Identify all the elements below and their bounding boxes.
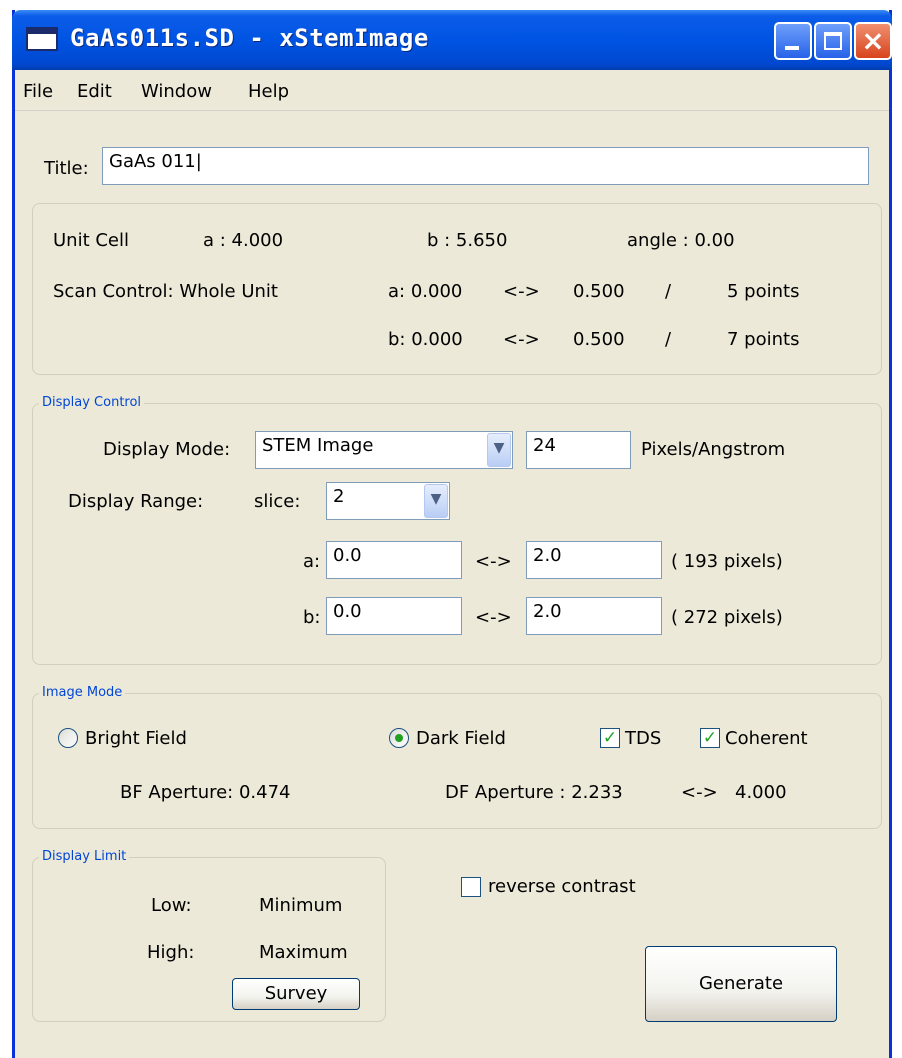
display-mode-label: Display Mode: (103, 439, 231, 460)
unit-cell-angle: angle : 0.00 (627, 230, 735, 251)
window-title: GaAs011s.SD - xStemImage (70, 24, 429, 52)
scan-a-from: a: 0.000 (388, 281, 463, 302)
image-mode-legend: Image Mode (39, 685, 126, 700)
scan-a-arrow: <-> (503, 281, 540, 302)
range-a-from-input[interactable]: 0.0 (326, 541, 462, 579)
unit-cell-a: a : 4.000 (203, 230, 284, 251)
close-icon: × (861, 24, 885, 57)
scan-a-sep: / (665, 281, 672, 302)
range-b-arrow: <-> (475, 607, 512, 628)
minimize-icon (785, 46, 799, 50)
display-mode-select[interactable]: STEM Image ▼ (255, 431, 513, 469)
reverse-contrast-checkbox[interactable] (461, 877, 481, 897)
scan-b-points: 7 points (727, 329, 800, 350)
tds-label[interactable]: TDS (625, 728, 661, 749)
scan-control-label: Scan Control: Whole Unit (53, 281, 278, 302)
bf-aperture: BF Aperture: 0.474 (120, 782, 291, 803)
bright-field-label[interactable]: Bright Field (85, 728, 187, 749)
checkmark-icon: ✓ (702, 728, 718, 748)
range-b-pixels: ( 272 pixels) (671, 607, 783, 628)
minimize-button[interactable] (774, 22, 812, 60)
low-value: Minimum (259, 895, 343, 916)
tds-checkbox[interactable]: ✓ (600, 728, 620, 748)
scan-a-to: 0.500 (573, 281, 625, 302)
unit-cell-b: b : 5.650 (427, 230, 508, 251)
maximize-button[interactable] (814, 22, 852, 60)
scan-b-to: 0.500 (573, 329, 625, 350)
scan-b-arrow: <-> (503, 329, 540, 350)
bright-field-radio[interactable] (58, 728, 78, 748)
image-mode-group: Image Mode (32, 685, 882, 829)
high-label: High: (147, 942, 195, 963)
range-b-to-input[interactable]: 2.0 (526, 597, 662, 635)
display-control-legend: Display Control (39, 395, 145, 410)
slice-select[interactable]: 2 ▼ (326, 482, 450, 520)
coherent-label[interactable]: Coherent (725, 728, 808, 749)
high-value: Maximum (259, 942, 348, 963)
chevron-down-icon[interactable]: ▼ (424, 484, 448, 518)
checkmark-icon: ✓ (602, 728, 618, 748)
scan-a-points: 5 points (727, 281, 800, 302)
range-a-to-input[interactable]: 2.0 (526, 541, 662, 579)
dark-field-radio[interactable] (389, 728, 409, 748)
unit-cell-label: Unit Cell (53, 230, 130, 251)
scan-b-sep: / (665, 329, 672, 350)
display-limit-legend: Display Limit (39, 849, 130, 864)
range-b-label: b: (303, 607, 321, 628)
title-input[interactable]: GaAs 011| (102, 147, 869, 185)
range-a-pixels: ( 193 pixels) (671, 551, 783, 572)
dark-field-label[interactable]: Dark Field (416, 728, 506, 749)
range-a-arrow: <-> (475, 551, 512, 572)
df-max: 4.000 (735, 782, 787, 803)
title-bar[interactable]: GaAs011s.SD - xStemImage × (12, 10, 892, 70)
maximize-icon (824, 32, 842, 50)
low-label: Low: (151, 895, 192, 916)
df-arrow: <-> (681, 782, 718, 803)
slice-label: slice: (254, 491, 301, 512)
app-window: GaAs011s.SD - xStemImage × File Edit Win… (12, 10, 892, 1058)
reverse-contrast-label[interactable]: reverse contrast (488, 876, 636, 897)
close-button[interactable]: × (854, 22, 892, 60)
title-label: Title: (44, 158, 89, 179)
menu-window[interactable]: Window (141, 81, 212, 102)
generate-button[interactable]: Generate (645, 946, 837, 1022)
pixels-unit-label: Pixels/Angstrom (641, 439, 786, 460)
range-b-from-input[interactable]: 0.0 (326, 597, 462, 635)
coherent-checkbox[interactable]: ✓ (700, 728, 720, 748)
radio-selected-dot (395, 734, 403, 742)
pixels-per-angstrom-input[interactable]: 24 (526, 431, 631, 469)
chevron-down-icon[interactable]: ▼ (487, 433, 511, 467)
slice-value: 2 (333, 486, 345, 507)
range-a-label: a: (303, 551, 321, 572)
menu-file[interactable]: File (23, 81, 53, 102)
display-range-label: Display Range: (68, 491, 204, 512)
menu-bar: File Edit Window Help (15, 73, 889, 111)
df-aperture: DF Aperture : 2.233 (445, 782, 623, 803)
scan-b-from: b: 0.000 (388, 329, 463, 350)
menu-help[interactable]: Help (248, 81, 289, 102)
window-app-icon[interactable] (26, 27, 58, 51)
display-mode-value: STEM Image (262, 435, 374, 456)
survey-button[interactable]: Survey (232, 978, 360, 1010)
menu-edit[interactable]: Edit (77, 81, 112, 102)
